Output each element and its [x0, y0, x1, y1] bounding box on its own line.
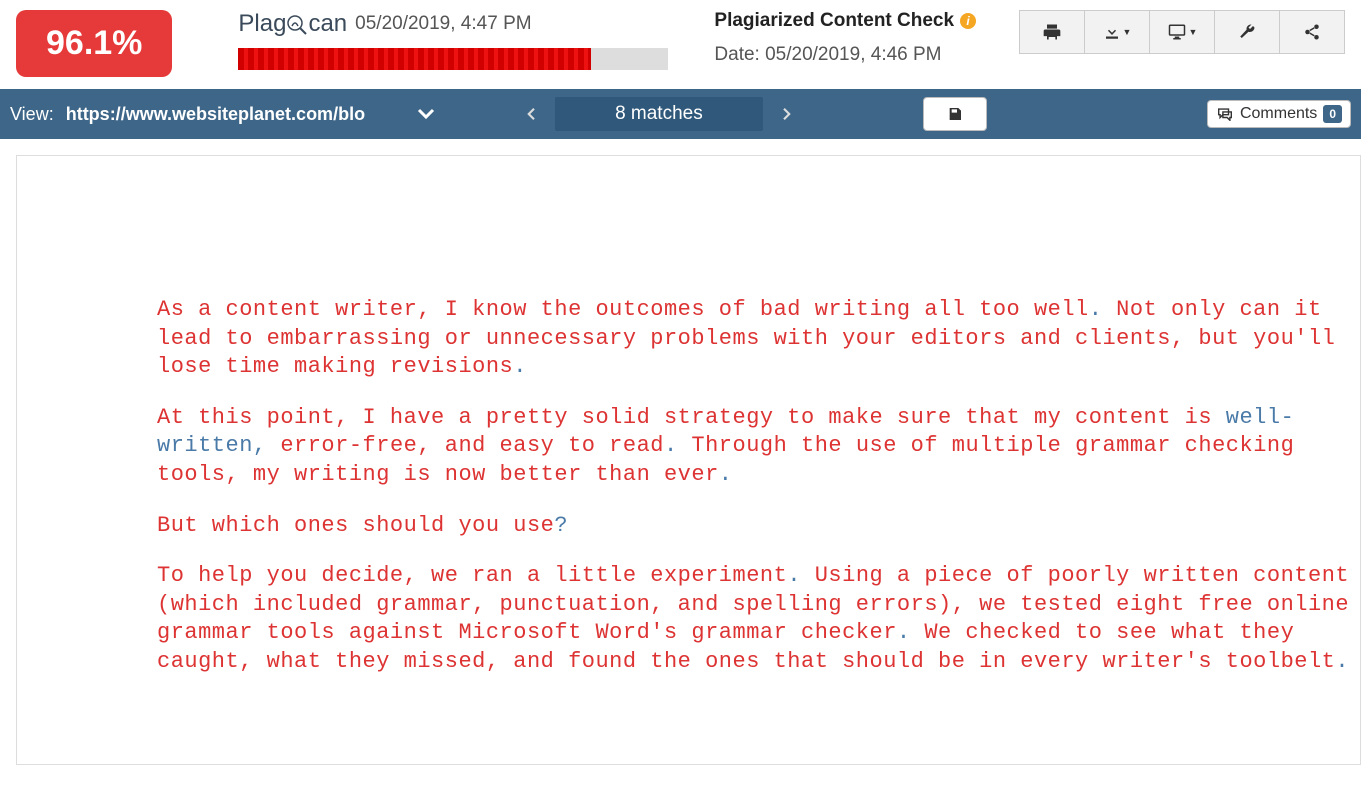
- title-row: Plagiarized Content Check i: [714, 10, 976, 32]
- logo-column: Plagcan 05/20/2019, 4:47 PM: [238, 10, 668, 70]
- paragraph-4: To help you decide, we ran a little expe…: [157, 562, 1360, 676]
- download-icon: [1103, 23, 1121, 41]
- document-wrapper: As a content writer, I know the outcomes…: [0, 139, 1361, 765]
- view-label: View:: [10, 104, 54, 125]
- document-date: Date: 05/20/2019, 4:46 PM: [714, 44, 976, 66]
- plagscan-logo: Plagcan: [238, 10, 347, 38]
- arrow-left-icon: [522, 105, 540, 123]
- next-match-button[interactable]: [763, 96, 811, 132]
- magnifier-s-icon: [286, 14, 308, 36]
- action-toolbar: ▼ ▼: [1020, 10, 1345, 54]
- document-title: Plagiarized Content Check: [714, 10, 954, 32]
- comments-label: Comments: [1240, 105, 1317, 123]
- paragraph-3: But which ones should you use?: [157, 512, 1360, 541]
- info-icon[interactable]: i: [960, 13, 976, 29]
- view-navbar: View: https://www.websiteplanet.com/blo …: [0, 89, 1361, 139]
- print-icon: [1042, 22, 1062, 42]
- logo-row: Plagcan 05/20/2019, 4:47 PM: [238, 10, 668, 38]
- match-navigator: 8 matches: [507, 96, 811, 132]
- comments-icon: [1216, 107, 1234, 121]
- paragraph-2: At this point, I have a pretty solid str…: [157, 404, 1360, 490]
- share-button[interactable]: [1279, 10, 1345, 54]
- download-button[interactable]: ▼: [1084, 10, 1150, 54]
- logo-text-plag: Plag: [238, 10, 286, 37]
- settings-button[interactable]: [1214, 10, 1280, 54]
- progress-bar: [238, 48, 668, 70]
- share-icon: [1303, 23, 1321, 41]
- caret-down-icon: ▼: [1189, 27, 1198, 37]
- arrow-right-icon: [778, 105, 796, 123]
- save-icon: [947, 106, 963, 122]
- caret-down-icon: ▼: [1123, 27, 1132, 37]
- top-header: 96.1% Plagcan 05/20/2019, 4:47 PM Plagia…: [0, 0, 1361, 89]
- document-body: As a content writer, I know the outcomes…: [16, 155, 1361, 765]
- progress-fill: [238, 48, 591, 70]
- prev-match-button[interactable]: [507, 96, 555, 132]
- scan-timestamp: 05/20/2019, 4:47 PM: [355, 13, 531, 35]
- display-button[interactable]: ▼: [1149, 10, 1215, 54]
- chevron-down-icon[interactable]: [417, 108, 435, 120]
- view-url: https://www.websiteplanet.com/blo: [66, 104, 365, 125]
- paragraph-1: As a content writer, I know the outcomes…: [157, 296, 1360, 382]
- save-button[interactable]: [923, 97, 987, 131]
- plagiarism-percentage-badge: 96.1%: [16, 10, 172, 77]
- matches-count[interactable]: 8 matches: [555, 97, 763, 131]
- logo-text-can: can: [308, 10, 347, 37]
- comments-button[interactable]: Comments 0: [1207, 100, 1351, 128]
- comments-count-badge: 0: [1323, 105, 1342, 123]
- print-button[interactable]: [1019, 10, 1085, 54]
- wrench-icon: [1238, 23, 1256, 41]
- title-column: Plagiarized Content Check i Date: 05/20/…: [714, 10, 976, 66]
- monitor-icon: [1167, 23, 1187, 41]
